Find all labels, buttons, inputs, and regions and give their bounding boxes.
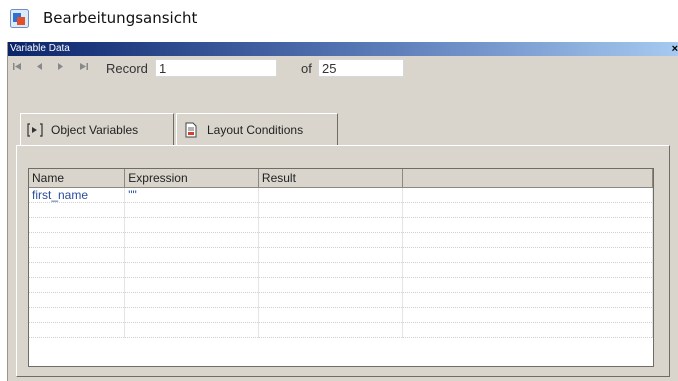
window-title: Variable Data — [10, 43, 70, 54]
cell-result[interactable] — [258, 322, 404, 338]
cell-result[interactable] — [258, 217, 404, 233]
total-records-field: 25 — [318, 59, 404, 77]
cell-result[interactable] — [258, 262, 404, 278]
previous-record-icon — [36, 63, 42, 70]
cell-expression[interactable] — [124, 307, 259, 323]
cell-expression[interactable] — [124, 217, 259, 233]
cell-expression[interactable] — [124, 322, 259, 338]
cell-extra[interactable] — [402, 322, 653, 338]
table-row[interactable] — [29, 217, 653, 233]
cell-name[interactable] — [29, 247, 126, 263]
table-row[interactable] — [29, 277, 653, 293]
cell-expression[interactable] — [124, 247, 259, 263]
table-row[interactable]: first_name "" — [29, 187, 653, 203]
cell-extra[interactable] — [402, 262, 653, 278]
first-record-icon — [12, 63, 21, 70]
last-record-icon — [79, 63, 88, 70]
table-row[interactable] — [29, 202, 653, 218]
tab-label: Layout Conditions — [207, 122, 304, 137]
record-navigator: Record 1 of 25 — [8, 57, 678, 81]
close-icon[interactable]: × — [672, 42, 678, 56]
cell-extra[interactable] — [402, 292, 653, 308]
previous-record-button[interactable] — [32, 60, 46, 76]
cell-name[interactable] — [29, 202, 126, 218]
object-variables-panel: Name Expression Result first_name "" — [16, 145, 670, 377]
cell-extra[interactable] — [402, 202, 653, 218]
cell-name[interactable] — [29, 307, 126, 323]
cell-extra[interactable] — [402, 307, 653, 323]
first-record-button[interactable] — [10, 60, 24, 76]
cell-result[interactable] — [258, 187, 404, 203]
cell-expression[interactable] — [124, 202, 259, 218]
cell-extra[interactable] — [402, 277, 653, 293]
record-label: Record — [106, 61, 148, 76]
table-row[interactable] — [29, 322, 653, 338]
cell-result[interactable] — [258, 307, 404, 323]
cell-name[interactable] — [29, 322, 126, 338]
last-record-button[interactable] — [76, 60, 90, 76]
column-header-expression[interactable]: Expression — [124, 169, 259, 188]
table-row[interactable] — [29, 247, 653, 263]
cell-result[interactable] — [258, 232, 404, 248]
column-header-name[interactable]: Name — [29, 169, 126, 188]
of-label: of — [301, 61, 312, 76]
variable-data-window: Variable Data × Record 1 of 25 Object Va… — [7, 42, 678, 381]
next-record-button[interactable] — [53, 60, 67, 76]
cell-extra[interactable] — [402, 247, 653, 263]
cell-name[interactable] — [29, 232, 126, 248]
app-header: Bearbeitungsansicht — [10, 6, 197, 30]
column-header-result[interactable]: Result — [258, 169, 404, 188]
cell-name[interactable] — [29, 262, 126, 278]
document-icon — [183, 122, 199, 138]
cell-extra[interactable] — [402, 217, 653, 233]
record-number-field[interactable]: 1 — [155, 59, 277, 77]
cell-name[interactable] — [29, 217, 126, 233]
next-record-icon — [57, 63, 63, 70]
app-title: Bearbeitungsansicht — [43, 9, 198, 27]
variables-grid: Name Expression Result first_name "" — [28, 168, 654, 367]
tab-label: Object Variables — [51, 122, 139, 137]
cell-result[interactable] — [258, 292, 404, 308]
app-logo-icon — [10, 8, 29, 28]
cell-extra[interactable] — [402, 187, 653, 203]
cell-expression[interactable] — [124, 232, 259, 248]
cell-extra[interactable] — [402, 232, 653, 248]
table-row[interactable] — [29, 292, 653, 308]
grid-header-row: Name Expression Result — [29, 169, 653, 188]
window-titlebar[interactable]: Variable Data × — [8, 42, 678, 56]
cell-result[interactable] — [258, 277, 404, 293]
variables-icon — [27, 122, 43, 138]
table-row[interactable] — [29, 232, 653, 248]
cell-expression[interactable] — [124, 277, 259, 293]
cell-name[interactable]: first_name — [29, 187, 126, 203]
cell-expression[interactable] — [124, 262, 259, 278]
cell-expression[interactable] — [124, 292, 259, 308]
cell-name[interactable] — [29, 292, 126, 308]
cell-result[interactable] — [258, 202, 404, 218]
cell-expression[interactable]: "" — [124, 187, 259, 203]
table-row[interactable] — [29, 262, 653, 278]
tab-object-variables[interactable]: Object Variables — [20, 113, 174, 145]
cell-result[interactable] — [258, 247, 404, 263]
tab-layout-conditions[interactable]: Layout Conditions — [176, 113, 338, 145]
cell-name[interactable] — [29, 277, 126, 293]
table-row[interactable] — [29, 307, 653, 323]
column-header-empty[interactable] — [402, 169, 653, 188]
